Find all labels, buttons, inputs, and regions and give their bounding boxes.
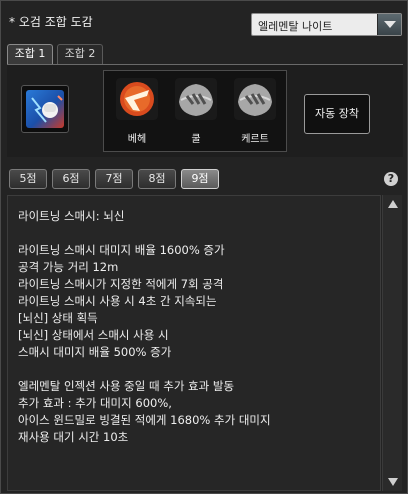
auto-equip-button[interactable]: 자동 장착 [304, 94, 370, 134]
point-button-9[interactable]: 9점 [181, 169, 219, 189]
gray-claw-stone-icon[interactable] [175, 78, 217, 120]
point-button-5[interactable]: 5점 [9, 169, 47, 189]
description-line: 공격 가능 거리 12m [18, 260, 119, 274]
slot-label-3: 케르트 [241, 134, 269, 145]
point-button-6[interactable]: 6점 [52, 169, 90, 189]
slot-label-2: 쿨 [191, 134, 201, 145]
description-line: 스매시 대미지 배율 500% 증가 [18, 345, 172, 359]
description-line: 엘레멘탈 인젝션 사용 중일 때 추가 효과 발동 [18, 379, 235, 393]
description-line: 아이스 윈드밀로 빙결된 적에게 1680% 추가 대미지 [18, 413, 271, 427]
description-line: 라이트닝 스매시가 지정한 적에게 7회 공격 [18, 277, 224, 291]
chevron-down-icon[interactable] [377, 14, 401, 35]
slot-label-1: 베헤 [127, 134, 147, 145]
description-line [18, 225, 370, 242]
description-line: 라이트닝 스매시 사용 시 4초 간 지속되는 [18, 294, 217, 308]
description-line [18, 361, 370, 378]
gray-claw-stone-icon[interactable] [234, 78, 276, 120]
window-title: * 오검 조합 도감 [9, 15, 93, 29]
description-scrollbar[interactable] [382, 195, 402, 491]
combination-guide-window: * 오검 조합 도감 엘레멘탈 나이트 조합 1 조합 2 베헤 쿨 케르트 자… [0, 0, 408, 494]
description-line: 추가 효과 : 추가 대미지 600%, [18, 396, 172, 410]
tab-combination-2[interactable]: 조합 2 [57, 44, 103, 64]
description-line: 라이트닝 스매시: 뇌신 [18, 209, 125, 223]
help-icon[interactable]: ? [384, 172, 398, 186]
description-line: 라이트닝 스매시 대미지 배율 1600% 증가 [18, 243, 225, 257]
point-button-8[interactable]: 8점 [138, 169, 176, 189]
scroll-down-icon[interactable] [387, 477, 399, 487]
scroll-up-icon[interactable] [387, 199, 399, 209]
class-dropdown[interactable]: 엘레멘탈 나이트 [251, 13, 402, 36]
description-line: [뇌신] 상태 획득 [18, 311, 98, 325]
tab-combination-1[interactable]: 조합 1 [7, 44, 53, 64]
description-line: [뇌신] 상태에서 스매시 사용 시 [18, 328, 169, 342]
class-dropdown-value: 엘레멘탈 나이트 [258, 20, 333, 33]
point-button-7[interactable]: 7점 [95, 169, 133, 189]
red-slash-gem-icon[interactable] [116, 78, 158, 120]
effect-description: 라이트닝 스매시: 뇌신 라이트닝 스매시 대미지 배율 1600% 증가 공격… [7, 195, 381, 491]
description-line: 재사용 대기 시간 10초 [18, 430, 129, 444]
lightning-fist-skill-icon [21, 85, 69, 133]
